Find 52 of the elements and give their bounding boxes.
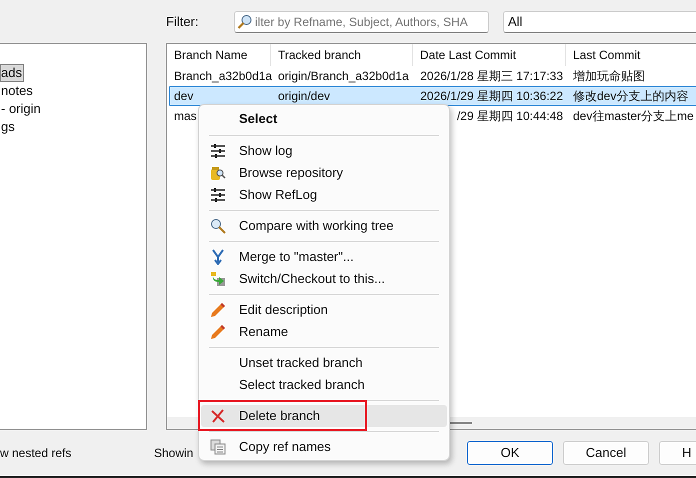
- column-header[interactable]: Date Last Commit: [413, 44, 566, 66]
- list-icon: [210, 187, 226, 203]
- magnifier-icon: [210, 218, 226, 234]
- menu-item[interactable]: Delete branch: [201, 405, 447, 427]
- menu-item[interactable]: Browse repository: [201, 162, 447, 184]
- cross-icon: [210, 408, 226, 424]
- menu-item[interactable]: Merge to "master"...: [201, 246, 447, 268]
- menu-item[interactable]: Select tracked branch: [201, 374, 447, 396]
- menu-item[interactable]: Unset tracked branch: [201, 352, 447, 374]
- filter-label: Filter:: [166, 12, 200, 31]
- table-row[interactable]: Branch_a32b0d1a origin/Branch_a32b0d1a 2026/1/28 星期三 17:17:33 增加玩命贴图: [169, 66, 696, 86]
- table-cell-text: dev往master分支上me: [573, 108, 694, 125]
- merge-icon: [210, 249, 226, 265]
- showing-label: Showin: [154, 445, 194, 462]
- scope-dropdown[interactable]: All: [503, 10, 696, 32]
- tree-item[interactable]: gs: [0, 118, 17, 136]
- arrow-icon: [210, 271, 226, 287]
- tree-item[interactable]: notes: [0, 82, 35, 100]
- column-header[interactable]: Last Commit: [566, 44, 696, 66]
- menu-item[interactable]: Rename: [201, 321, 447, 343]
- list-icon: [210, 143, 226, 159]
- dialog-button[interactable]: OK: [467, 441, 553, 465]
- dialog-button[interactable]: H: [659, 441, 696, 465]
- menu-item[interactable]: Switch/Checkout to this...: [201, 268, 447, 290]
- table-cell-text: 2026/1/28 星期三 17:17:33: [420, 68, 563, 85]
- table-cell-text: origin/Branch_a32b0d1a: [278, 68, 409, 85]
- dialog-button[interactable]: Cancel: [563, 441, 649, 465]
- table-cell-text: 修改dev分支上的内容: [573, 88, 688, 105]
- nested-refs-option[interactable]: w nested refs: [0, 444, 72, 462]
- menu-item[interactable]: Compare with working tree: [201, 215, 447, 237]
- column-header[interactable]: Branch Name: [167, 44, 271, 66]
- tree-item[interactable]: - origin: [0, 100, 43, 118]
- pencil-icon: [210, 324, 226, 340]
- table-cell-text: Branch_a32b0d1a: [174, 68, 272, 85]
- table-row[interactable]: dev origin/dev 2026/1/29 星期四 10:36:22 修改dev分支上的内容: [169, 86, 696, 106]
- table-cell-text: 增加玩命贴图: [573, 68, 645, 85]
- table-cell-text: /29 星期四 10:44:48: [456, 108, 563, 125]
- search-icon: [237, 14, 253, 30]
- copy-icon: [210, 439, 226, 455]
- menu-header: Select: [238, 110, 278, 128]
- jar-magnifier-icon: [210, 165, 226, 181]
- table-cell-text: 2026/1/29 星期四 10:36:22: [420, 88, 563, 105]
- table-cell-text: dev: [174, 88, 194, 105]
- menu-item[interactable]: Show RefLog: [201, 184, 447, 206]
- tree-item[interactable]: ads: [0, 64, 24, 82]
- column-header[interactable]: Tracked branch: [271, 44, 413, 66]
- table-cell-text: origin/dev: [278, 88, 330, 105]
- search-field[interactable]: ilter by Refname, Subject, Authors, SHA: [234, 10, 489, 32]
- menu-item[interactable]: Show log: [201, 140, 447, 162]
- pencil-icon: [210, 302, 226, 318]
- menu-item[interactable]: Copy ref names: [201, 436, 447, 458]
- menu-item[interactable]: Edit description: [201, 299, 447, 321]
